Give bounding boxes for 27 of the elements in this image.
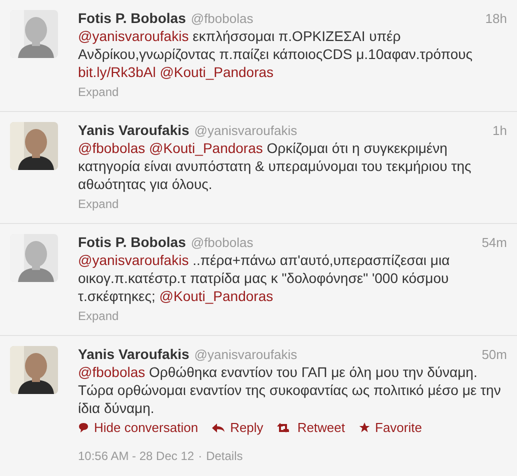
- conversation-action[interactable]: Hide conversation: [78, 420, 198, 435]
- tweet-timestamp: 10:56 AM - 28 Dec 12: [78, 449, 194, 463]
- mention-link[interactable]: @fbobolas @Kouti_Pandoras: [78, 140, 263, 156]
- tweet-text: @yanisvaroufakis εκπλήσσομαι π.ΟΡΚΙΖΕΣΑΙ υπέρ Ανδρίκου,γνωρίζοντας π.παίζει κάποιοςCDS μ.10αφαν.τρόπους bit.ly/Rk3bAl @Kouti_Pandoras: [78, 27, 474, 81]
- retweet-action[interactable]: Retweet: [277, 420, 346, 435]
- mention-link[interactable]: @fbobolas: [78, 364, 146, 380]
- reply-icon: [212, 422, 226, 432]
- author-handle: @yanisvaroufakis: [194, 347, 298, 362]
- star-icon: [359, 422, 370, 433]
- mention-link[interactable]: @Kouti_Pandoras: [159, 288, 274, 304]
- author-name[interactable]: Fotis P. Bobolas: [78, 234, 186, 250]
- author-name[interactable]: Fotis P. Bobolas: [78, 10, 186, 26]
- author-handle: @fbobolas: [190, 235, 254, 250]
- tweet-text: @fbobolas Ορθώθηκα εναντίον του ΓΑΠ με όλη μου την δύναμη. Τώρα ορθώνομαι εναντίον της συκοφαντίας ως πολιτικό μέσο με την ίδια δύναμη.: [78, 363, 502, 417]
- url-link[interactable]: bit.ly/Rk3bAl @Kouti_Pandoras: [78, 64, 274, 80]
- separator-dot: ·: [198, 449, 202, 463]
- favorite-action[interactable]: Favorite: [359, 420, 422, 435]
- author-handle: @yanisvaroufakis: [194, 123, 298, 138]
- speech-bubble-icon: [78, 422, 89, 433]
- mention-link[interactable]: @yanisvaroufakis: [78, 28, 189, 44]
- tweet-text: @yanisvaroufakis ..πέρα+πάνω απ'αυτό,υπερασπίζεσαι μια οικογ.π.κατέστρ.τ πατρίδα μας κ "δολοφόνησε" '000 κόσμου τ.σκέφτηκες; @Kouti_Pandoras: [78, 251, 451, 305]
- reply-action[interactable]: Reply: [212, 420, 264, 435]
- mention-link[interactable]: @yanisvaroufakis: [78, 252, 189, 268]
- tweet-text: @fbobolas @Kouti_Pandoras Ορκίζομαι ότι η συγκεκριμένη κατηγορία είναι ανυπόστατη & υπεραμύνομαι του τεκμήριου της αθωότητας για όλους.: [78, 139, 472, 193]
- author-name[interactable]: Yanis Varoufakis: [78, 346, 190, 362]
- author-name[interactable]: Yanis Varoufakis: [78, 122, 190, 138]
- author-handle: @fbobolas: [190, 11, 254, 26]
